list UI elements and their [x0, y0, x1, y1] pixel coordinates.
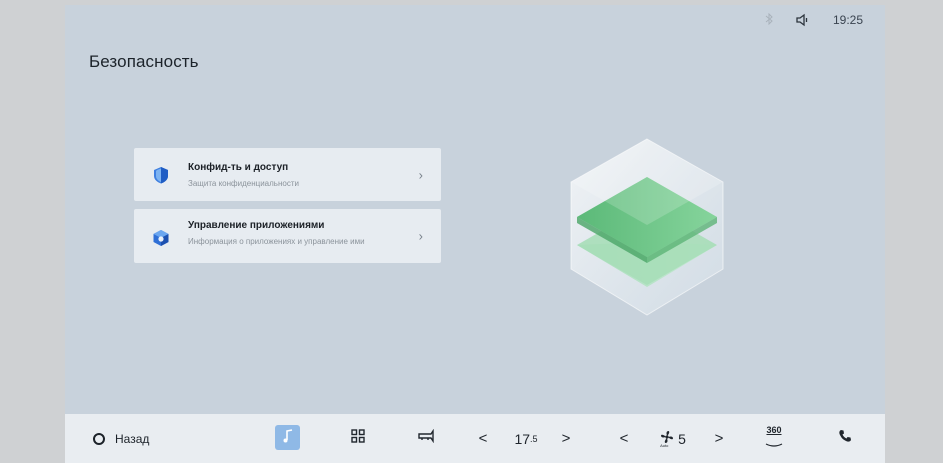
- settings-screen: 19:25 Безопасность Конфид-ть и доступ За…: [65, 5, 885, 463]
- back-label: Назад: [115, 431, 150, 446]
- volume-icon[interactable]: [795, 13, 811, 27]
- phone-icon: [838, 429, 852, 448]
- menu-item-subtitle: Информация о приложениях и управление им…: [188, 237, 365, 246]
- fan-icon: Auto: [660, 430, 674, 448]
- temp-decimal: .5: [530, 433, 538, 444]
- clock: 19:25: [832, 13, 863, 27]
- temperature-display: 17.5: [511, 414, 541, 463]
- fan-value: 5: [678, 430, 686, 447]
- temp-value: 17: [514, 430, 531, 447]
- page-title: Безопасность: [89, 52, 199, 71]
- home-circle-icon: [93, 432, 105, 445]
- view-360-label: 360: [766, 424, 782, 435]
- menu-item-subtitle: Защита конфиденциальности: [188, 179, 299, 188]
- rotate-arrow-icon: [765, 435, 783, 453]
- menu-item-title: Управление приложениями: [188, 220, 325, 231]
- fan-speed-display: Auto 5: [657, 414, 689, 463]
- temp-decrease-button[interactable]: <: [476, 414, 490, 463]
- fan-auto-label: Auto: [660, 442, 669, 448]
- chevron-right-icon: ›: [418, 167, 423, 182]
- bluetooth-icon: [765, 12, 773, 28]
- apps-button[interactable]: [348, 414, 368, 463]
- apps-grid-icon: [351, 429, 365, 448]
- status-bar: 19:25: [765, 5, 885, 35]
- bottom-dock: Назад < 17.5 > < Auto 5 > 360: [65, 414, 885, 463]
- menu-item-title: Конфид-ть и доступ: [188, 162, 289, 173]
- phone-button[interactable]: [836, 414, 854, 463]
- car-button[interactable]: [415, 414, 437, 463]
- back-button[interactable]: Назад: [93, 414, 149, 463]
- fan-increase-button[interactable]: >: [712, 414, 726, 463]
- menu-item-privacy[interactable]: Конфид-ть и доступ Защита конфиденциальн…: [134, 148, 441, 201]
- security-layers-illustration: [567, 137, 727, 317]
- music-note-icon: [282, 429, 294, 446]
- app-cube-icon: [152, 229, 170, 247]
- view-360-button[interactable]: 360: [761, 414, 787, 463]
- privacy-shield-icon: [152, 166, 170, 184]
- chevron-right-icon: ›: [418, 228, 423, 244]
- car-icon: [417, 428, 435, 448]
- temp-increase-button[interactable]: >: [559, 414, 573, 463]
- menu-item-app-management[interactable]: Управление приложениями Информация о при…: [134, 209, 441, 263]
- fan-decrease-button[interactable]: <: [617, 414, 631, 463]
- music-button[interactable]: [275, 425, 300, 450]
